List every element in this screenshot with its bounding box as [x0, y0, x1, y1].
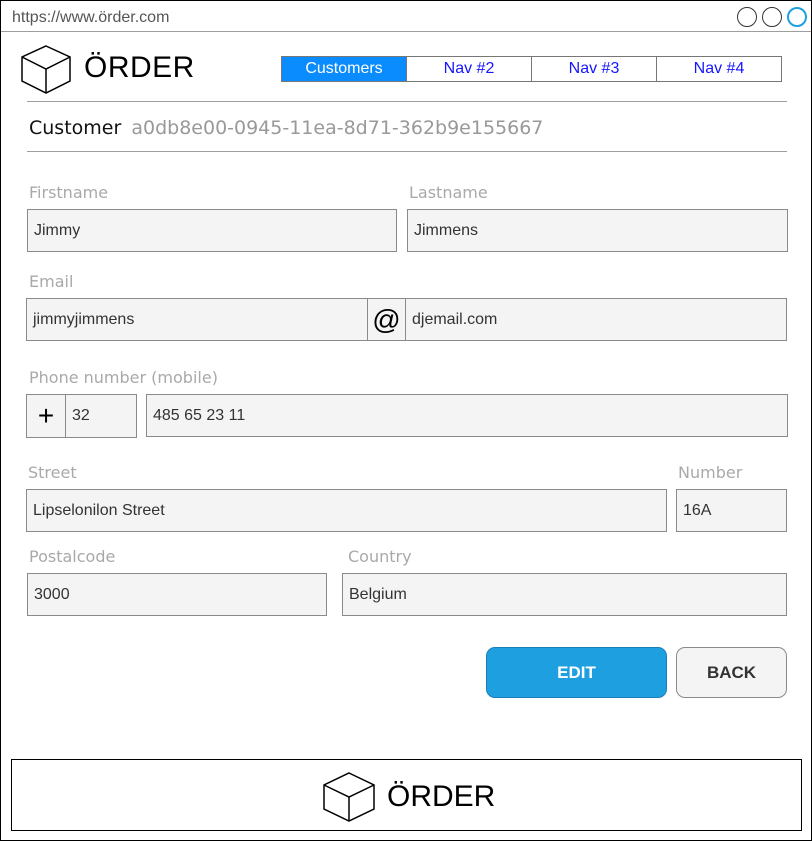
street-label: Street	[28, 463, 77, 482]
nav-tab-2[interactable]: Nav #2	[406, 57, 531, 81]
browser-window: https://www.örder.com ÖRDER Customers Na…	[0, 0, 812, 841]
plus-icon: +	[26, 394, 66, 438]
firstname-field[interactable]: Jimmy	[27, 209, 397, 252]
email-label: Email	[29, 272, 74, 291]
house-number-field[interactable]: 16A	[676, 489, 787, 532]
nav-tab-3[interactable]: Nav #3	[531, 57, 656, 81]
divider	[27, 151, 787, 152]
address-bar[interactable]: https://www.örder.com	[1, 1, 811, 32]
phone-label: Phone number (mobile)	[29, 368, 218, 387]
window-button-close[interactable]	[787, 7, 807, 27]
footer: ÖRDER	[11, 759, 802, 831]
postalcode-label: Postalcode	[29, 547, 116, 566]
window-button-minimize[interactable]	[737, 7, 757, 27]
url-text[interactable]: https://www.örder.com	[12, 9, 169, 27]
window-button-maximize[interactable]	[762, 7, 782, 27]
footer-brand: ÖRDER	[387, 780, 496, 813]
page-title: Customer a0db8e00-0945-11ea-8d71-362b9e1…	[29, 117, 543, 139]
firstname-label: Firstname	[29, 183, 109, 202]
nav-tab-customers[interactable]: Customers	[282, 57, 406, 81]
box-logo-icon	[21, 45, 71, 94]
country-field[interactable]: Belgium	[342, 573, 787, 616]
nav-tab-4[interactable]: Nav #4	[656, 57, 781, 81]
at-sign-icon: @	[367, 298, 406, 341]
divider	[27, 101, 787, 102]
customer-label: Customer	[29, 117, 122, 139]
lastname-field[interactable]: Jimmens	[407, 209, 788, 252]
number-label: Number	[678, 463, 743, 482]
customer-id: a0db8e00-0945-11ea-8d71-362b9e155667	[131, 117, 544, 139]
back-button[interactable]: BACK	[676, 647, 787, 698]
country-label: Country	[348, 547, 412, 566]
street-field[interactable]: Lipselonilon Street	[26, 489, 667, 532]
top-nav: Customers Nav #2 Nav #3 Nav #4	[281, 56, 782, 82]
phone-number-field[interactable]: 485 65 23 11	[146, 394, 788, 437]
email-domain-field[interactable]: djemail.com	[405, 298, 787, 341]
lastname-label: Lastname	[409, 183, 488, 202]
box-logo-icon	[323, 772, 375, 822]
email-user-field[interactable]: jimmyjimmens	[26, 298, 368, 341]
postalcode-field[interactable]: 3000	[27, 573, 327, 616]
brand-title: ÖRDER	[84, 51, 195, 84]
edit-button[interactable]: EDIT	[486, 647, 667, 698]
country-code-field[interactable]: 32	[65, 394, 137, 438]
